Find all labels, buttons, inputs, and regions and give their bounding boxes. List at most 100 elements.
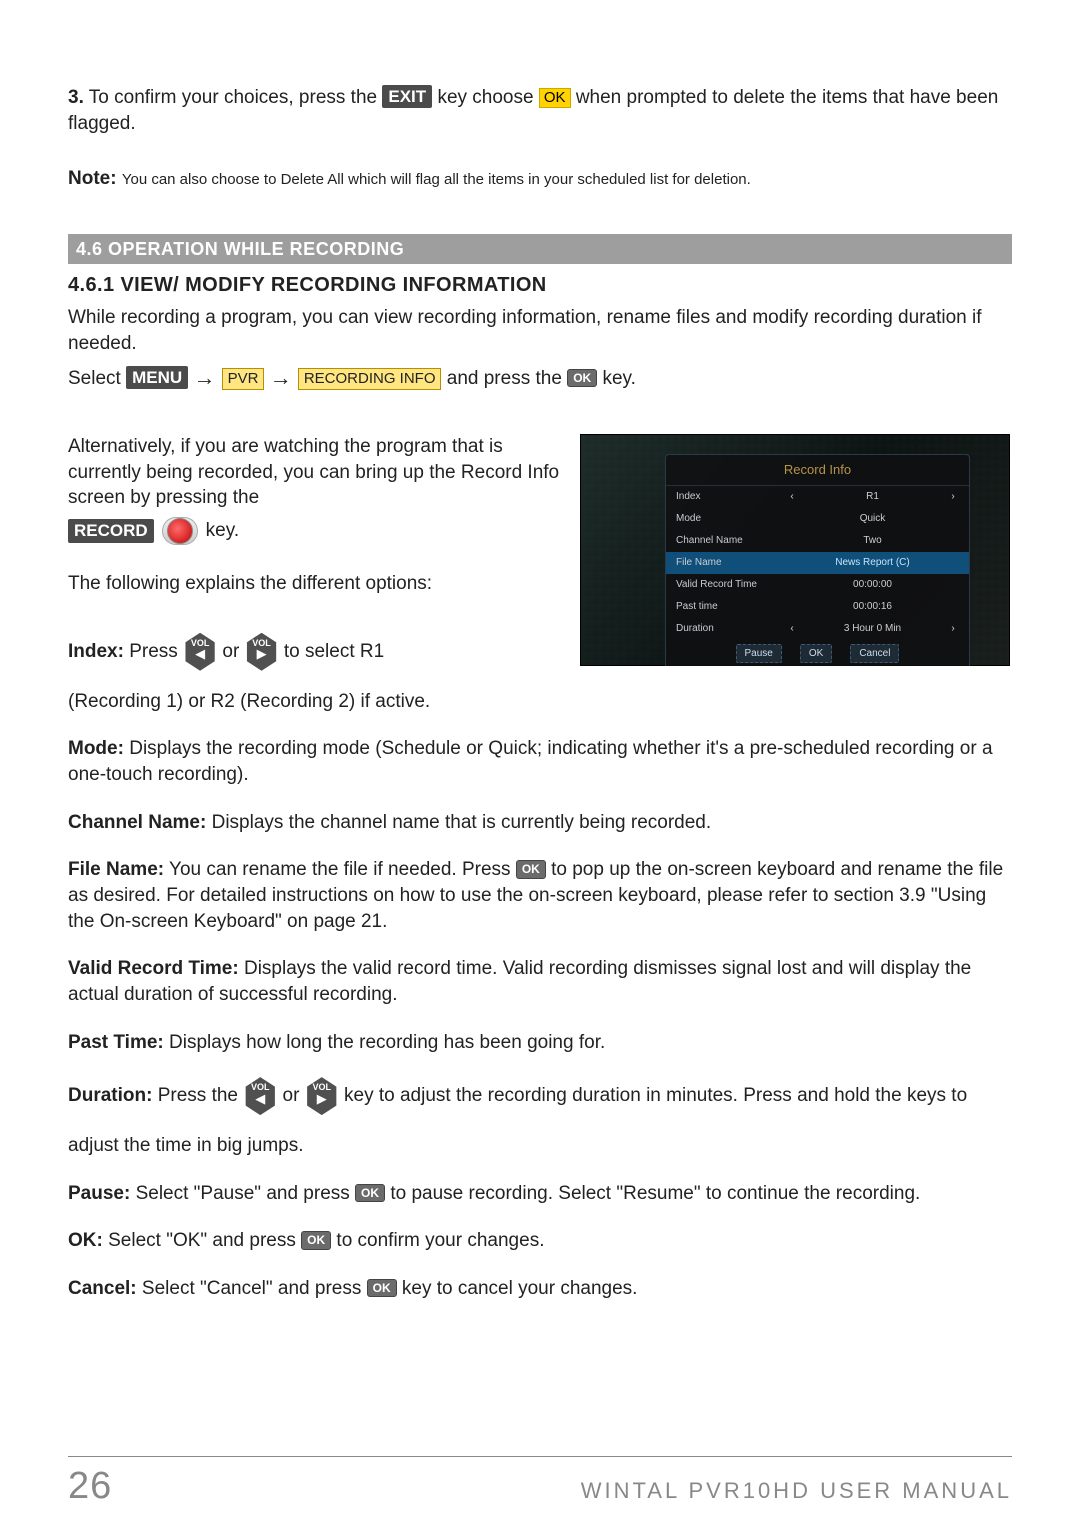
ok-para: OK: Select "OK" and press OK to confirm … [68, 1228, 1012, 1254]
note-label: Note: [68, 168, 117, 189]
panel-row-value: 00:00:16 [798, 600, 947, 614]
panel-row-value: News Report (C) [798, 556, 947, 570]
record-key-text: key. [206, 518, 239, 544]
ok-key-badge: OK [539, 88, 571, 108]
panel-row-key: Channel Name [676, 534, 786, 548]
index-line-2: (Recording 1) or R2 (Recording 2) if act… [68, 689, 1012, 715]
panel-row-key: Valid Record Time [676, 578, 786, 592]
pvr-badge: PVR [222, 368, 265, 390]
alt-paragraph: Alternatively, if you are watching the p… [68, 434, 560, 511]
arrow-icon: → [193, 365, 221, 390]
panel-row-key: Duration [676, 622, 786, 636]
exit-key-badge: EXIT [382, 85, 432, 108]
recording-info-badge: RECORDING INFO [298, 368, 442, 390]
step-text-mid: key choose [437, 87, 538, 108]
panel-row-value: Two [798, 534, 947, 548]
cancel-label: Cancel: [68, 1278, 137, 1299]
record-button-icon [162, 517, 198, 545]
channel-para: Channel Name: Displays the channel name … [68, 810, 1012, 836]
vol-left-button-icon: VOL ◀ [183, 633, 217, 671]
index-label: Index: [68, 641, 124, 662]
subsection-heading: 4.6.1 VIEW/ MODIFY RECORDING INFORMATION [68, 272, 1012, 299]
left-column: Alternatively, if you are watching the p… [68, 434, 560, 671]
pause-post: to pause recording. Select "Resume" to c… [390, 1183, 920, 1204]
right-column: Record Info Index‹R1› Mode Quick Channel Na… [580, 434, 1012, 671]
manual-page: 3. To confirm your choices, press the EX… [0, 0, 1080, 1532]
panel-row-key: Past time [676, 600, 786, 614]
cancel-para: Cancel: Select "Cancel" and press OK key… [68, 1276, 1012, 1302]
chevron-left-icon: ‹ [786, 622, 798, 636]
duration-label: Duration: [68, 1085, 152, 1106]
two-column-block: Alternatively, if you are watching the p… [68, 434, 1012, 671]
menu-key-badge: MENU [126, 366, 188, 389]
triangle-left-icon: ◀ [183, 645, 217, 663]
select-pre: Select [68, 368, 126, 389]
index-post: to select R1 [284, 641, 384, 662]
vol-right-button-icon: VOL ▶ [245, 633, 279, 671]
chevron-right-icon: › [947, 490, 959, 504]
panel-hint: Press [OK] to modify name of the recordi… [666, 663, 969, 666]
page-number: 26 [68, 1461, 112, 1512]
select-mid: and press the [447, 368, 567, 389]
past-para: Past Time: Displays how long the recordi… [68, 1030, 1012, 1056]
panel-row: Channel Name Two [666, 530, 969, 552]
step-3: 3. To confirm your choices, press the EX… [68, 85, 1012, 136]
mode-para: Mode: Displays the recording mode (Sched… [68, 736, 1012, 787]
index-line: Index: Press VOL ◀ or VOL ▶ to select R1 [68, 633, 560, 671]
panel-title: Record Info [666, 455, 969, 486]
step-number: 3. [68, 87, 84, 108]
arrow-icon: → [270, 365, 298, 390]
panel-button: OK [800, 644, 832, 664]
step-text-pre: To confirm your choices, press the [89, 87, 383, 108]
panel-row-key: Mode [676, 512, 786, 526]
mode-text: Displays the recording mode (Schedule or… [68, 738, 993, 785]
channel-text: Displays the channel name that is curren… [212, 812, 712, 833]
file-pre: You can rename the file if needed. Press [169, 859, 516, 880]
ok-key-badge: OK [355, 1184, 385, 1202]
panel-button: Cancel [850, 644, 899, 664]
panel-row-value: 3 Hour 0 Min [798, 622, 947, 636]
duration-or: or [283, 1085, 305, 1106]
panel-row: Index‹R1› [666, 486, 969, 508]
duration-line-2: adjust the time in big jumps. [68, 1133, 1012, 1159]
triangle-right-icon: ▶ [305, 1090, 339, 1108]
panel-row-value: 00:00:00 [798, 578, 947, 592]
chevron-left-icon: ‹ [786, 490, 798, 504]
index-pre: Press [129, 641, 183, 662]
index-or: or [222, 641, 244, 662]
ok-key-badge: OK [367, 1279, 397, 1297]
vol-left-button-icon: VOL ◀ [243, 1077, 277, 1115]
record-info-screenshot: Record Info Index‹R1› Mode Quick Channel Na… [580, 434, 1010, 666]
panel-row-value: R1 [798, 490, 947, 504]
record-red-dot-icon [167, 518, 193, 544]
cancel-post: key to cancel your changes. [402, 1278, 638, 1299]
chevron-right-icon: › [947, 622, 959, 636]
following-text: The following explains the different opt… [68, 571, 560, 597]
mode-label: Mode: [68, 738, 124, 759]
file-para: File Name: You can rename the file if ne… [68, 857, 1012, 934]
page-footer: 26 WINTAL PVR10HD USER MANUAL [68, 1456, 1012, 1512]
record-key-line: RECORD key. [68, 517, 239, 545]
ok-post: to confirm your changes. [336, 1230, 544, 1251]
duration-para: Duration: Press the VOL ◀ or VOL ▶ key t… [68, 1077, 1012, 1115]
panel-row-value: Quick [798, 512, 947, 526]
file-label: File Name: [68, 859, 164, 880]
intro-paragraph: While recording a program, you can view … [68, 305, 1012, 356]
note-text: You can also choose to Delete All which … [122, 171, 751, 188]
panel-row: File NameNews Report (C) [666, 552, 969, 574]
ok-label: OK: [68, 1230, 103, 1251]
select-sequence: Select MENU → PVR → RECORDING INFO and p… [68, 363, 1012, 393]
cancel-pre: Select "Cancel" and press [142, 1278, 367, 1299]
panel-footer: PauseOKCancel [666, 640, 969, 664]
pause-para: Pause: Select "Pause" and press OK to pa… [68, 1181, 1012, 1207]
duration-post: key to adjust the recording duration in … [344, 1085, 967, 1106]
pause-label: Pause: [68, 1183, 130, 1204]
ok-pre: Select "OK" and press [108, 1230, 301, 1251]
pause-pre: Select "Pause" and press [136, 1183, 355, 1204]
panel-row: Mode Quick [666, 508, 969, 530]
manual-title: WINTAL PVR10HD USER MANUAL [581, 1476, 1012, 1506]
ok-key-badge: OK [301, 1231, 331, 1249]
section-heading-bar: 4.6 OPERATION WHILE RECORDING [68, 234, 1012, 264]
panel-row: Past time 00:00:16 [666, 596, 969, 618]
valid-para: Valid Record Time: Displays the valid re… [68, 956, 1012, 1007]
